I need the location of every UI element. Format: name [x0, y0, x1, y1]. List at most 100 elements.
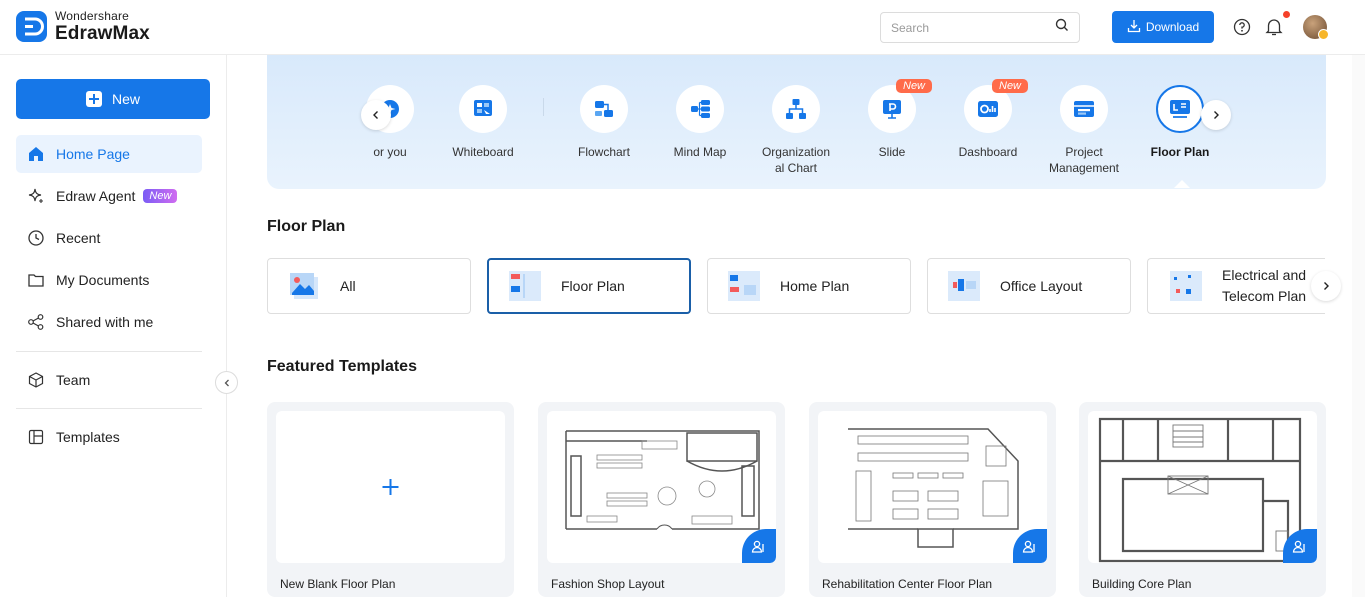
template-title: New Blank Floor Plan — [280, 577, 396, 591]
sidebar-item-edraw-agent[interactable]: Edraw Agent New — [16, 177, 202, 215]
floor-plan-section-title: Floor Plan — [267, 218, 346, 235]
subcategory-label: Home Plan — [780, 278, 850, 294]
home-plan-thumbnail-icon — [728, 271, 760, 301]
sidebar-divider — [16, 351, 202, 352]
category-label: Floor Plan — [1150, 145, 1210, 159]
template-card-building-core[interactable]: Building Core Plan — [1079, 402, 1326, 597]
template-thumbnail — [1088, 411, 1317, 563]
sidebar-item-label: Templates — [56, 429, 120, 445]
plus-icon — [85, 91, 102, 107]
subcategory-label: Office Layout — [1000, 278, 1083, 294]
notification-dot — [1283, 11, 1290, 18]
subcategory-electrical-telecom[interactable]: Electrical and Telecom Plan — [1147, 258, 1325, 314]
active-category-pointer — [1174, 180, 1190, 188]
template-thumbnail — [818, 411, 1047, 563]
sidebar: New Home Page Edraw Agent New Recent My … — [0, 55, 238, 597]
category-project-management[interactable]: Project Management — [1039, 85, 1129, 176]
template-title: Building Core Plan — [1092, 577, 1192, 591]
sidebar-item-label: Shared with me — [56, 314, 154, 330]
download-button[interactable]: Download — [1112, 11, 1214, 43]
new-badge: New — [143, 189, 178, 203]
project-management-icon — [1060, 85, 1108, 133]
subcategory-label: All — [340, 278, 356, 294]
page-scrollbar[interactable] — [1352, 55, 1365, 597]
folder-icon — [26, 270, 46, 290]
home-icon — [26, 144, 46, 164]
template-thumbnail — [276, 411, 505, 563]
sidebar-item-my-documents[interactable]: My Documents — [16, 261, 202, 299]
search-icon[interactable] — [1055, 18, 1069, 37]
carousel-prev-button[interactable] — [361, 100, 391, 130]
sidebar-item-label: Edraw Agent — [56, 188, 136, 204]
search-input[interactable] — [891, 20, 1055, 35]
category-label: Dashboard — [958, 145, 1018, 159]
subcategory-floor-plan[interactable]: Floor Plan — [487, 258, 691, 314]
category-label: or you — [373, 145, 407, 159]
download-icon — [1127, 19, 1141, 36]
collapse-sidebar-button[interactable] — [215, 371, 238, 394]
new-tag: New — [992, 79, 1029, 93]
plus-icon — [382, 479, 399, 495]
category-for-you[interactable]: or you — [345, 85, 435, 160]
avatar-badge-icon — [1318, 29, 1329, 40]
notification-bell-icon[interactable] — [1265, 17, 1283, 37]
new-button[interactable]: New — [16, 79, 210, 119]
chevron-right-icon — [1324, 282, 1329, 290]
subcategory-label: Electrical and Telecom Plan — [1222, 267, 1307, 304]
subcategory-home-plan[interactable]: Home Plan — [707, 258, 911, 314]
office-layout-thumbnail-icon — [948, 271, 980, 301]
team-cube-icon — [26, 370, 46, 390]
mind-map-icon — [676, 85, 724, 133]
category-label: Slide — [878, 145, 906, 159]
top-header: Wondershare EdrawMax Download — [0, 0, 1365, 55]
help-icon[interactable] — [1233, 18, 1251, 36]
brand-product: EdrawMax — [55, 23, 150, 44]
download-label: Download — [1145, 20, 1200, 34]
org-chart-icon — [772, 85, 820, 133]
category-carousel: or you Whiteboard Flowchart Mind Map Org… — [267, 55, 1326, 189]
subcategory-next-button[interactable] — [1311, 271, 1341, 301]
sidebar-item-home-page[interactable]: Home Page — [16, 135, 202, 173]
category-label: Organization al Chart — [761, 145, 831, 175]
chevron-right-icon — [1214, 111, 1219, 119]
share-icon — [26, 312, 46, 332]
sidebar-item-recent[interactable]: Recent — [16, 219, 202, 257]
new-tag: New — [896, 79, 933, 93]
clock-icon — [26, 228, 46, 248]
subcategory-label: Floor Plan — [561, 278, 625, 294]
category-label: Mind Map — [673, 145, 727, 159]
edrawmax-logo-icon — [16, 11, 47, 42]
category-label: Flowchart — [577, 145, 630, 159]
category-dashboard[interactable]: Dashboard — [943, 85, 1033, 160]
featured-templates-title: Featured Templates — [267, 358, 417, 375]
sidebar-item-templates[interactable]: Templates — [16, 418, 202, 456]
search-box[interactable] — [880, 12, 1080, 43]
sparkle-icon — [26, 186, 46, 206]
sidebar-divider — [16, 408, 202, 409]
subcategory-office-layout[interactable]: Office Layout — [927, 258, 1131, 314]
electrical-plan-thumbnail-icon — [1170, 271, 1202, 301]
sidebar-item-team[interactable]: Team — [16, 361, 202, 399]
category-whiteboard[interactable]: Whiteboard — [438, 85, 528, 160]
chevron-left-icon — [373, 111, 378, 119]
sidebar-item-shared-with-me[interactable]: Shared with me — [16, 303, 202, 341]
template-thumbnail — [547, 411, 776, 563]
sidebar-item-label: Team — [56, 372, 91, 388]
templates-icon — [26, 427, 46, 447]
sidebar-item-label: My Documents — [56, 272, 150, 288]
whiteboard-icon — [459, 85, 507, 133]
template-card-fashion-shop[interactable]: Fashion Shop Layout — [538, 402, 785, 597]
category-organizational-chart[interactable]: Organization al Chart — [751, 85, 841, 176]
carousel-next-button[interactable] — [1201, 100, 1231, 130]
category-flowchart[interactable]: Flowchart — [559, 85, 649, 160]
category-slide[interactable]: Slide — [847, 85, 937, 160]
subcategory-all[interactable]: All — [267, 258, 471, 314]
new-button-label: New — [111, 91, 140, 107]
app-logo[interactable]: Wondershare EdrawMax — [16, 10, 150, 43]
template-card-rehabilitation-center[interactable]: Rehabilitation Center Floor Plan — [809, 402, 1056, 597]
category-label: Project Management — [1048, 145, 1120, 175]
sidebar-item-label: Home Page — [56, 146, 130, 162]
template-card-new-blank[interactable]: New Blank Floor Plan — [267, 402, 514, 597]
chevron-left-icon — [224, 379, 229, 386]
category-mind-map[interactable]: Mind Map — [655, 85, 745, 160]
